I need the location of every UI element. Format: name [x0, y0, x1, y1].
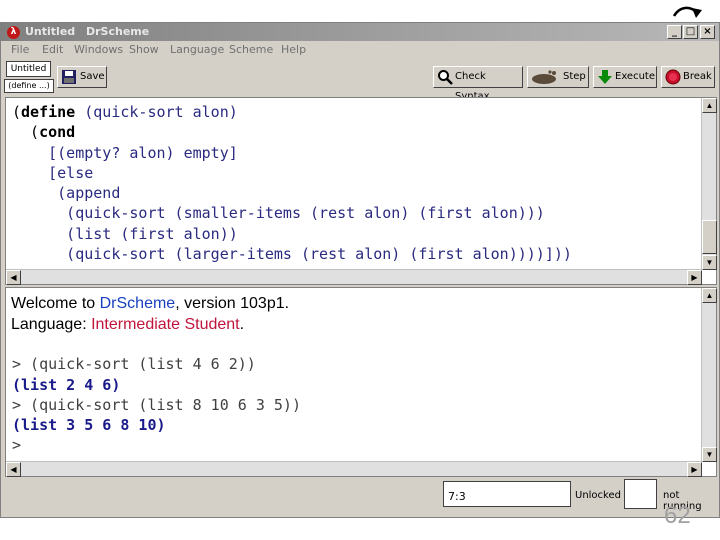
menu-windows[interactable]: Windows	[74, 43, 123, 56]
interactions-window[interactable]: Welcome to DrScheme, version 103p1. Lang…	[5, 287, 717, 477]
code-line: (quick-sort (larger-items (rest alon) (f…	[12, 245, 572, 264]
scroll-down-arrow[interactable]: ▼	[702, 447, 717, 462]
code-line: [(empty? alon) empty]	[12, 143, 238, 162]
version-text: , version 103p1.	[175, 295, 290, 312]
repl-input-line: > (quick-sort (list 4 6 2))	[12, 355, 256, 374]
check-syntax-button[interactable]: Check Syntax	[433, 66, 523, 102]
save-label: Save	[80, 71, 105, 82]
status-bar: 7:3 Unlocked not running	[1, 479, 719, 517]
break-label: Break	[683, 71, 712, 82]
step-button[interactable]: Step	[527, 66, 589, 88]
repl-output-line: (list 3 5 6 8 10)	[12, 416, 166, 435]
menu-bar: File Edit Windows Show Language Scheme H…	[1, 42, 719, 58]
app-name: DrScheme	[86, 25, 150, 38]
scroll-right-arrow[interactable]: ▶	[687, 270, 702, 285]
window-title: Untitled	[25, 25, 76, 38]
maximize-button[interactable]: □	[683, 25, 698, 39]
stop-icon	[665, 69, 681, 85]
cursor-position: 7:3	[443, 481, 571, 507]
down-arrow-icon	[598, 70, 612, 84]
menu-show[interactable]: Show	[129, 43, 159, 56]
welcome-banner: Welcome to DrScheme, version 103p1. Lang…	[11, 293, 289, 335]
definitions-code: (define (quick-sort alon) (cond [(empty?…	[12, 102, 572, 264]
scroll-left-arrow[interactable]: ◀	[6, 462, 21, 477]
code-line: (list (first alon))	[12, 224, 238, 243]
scroll-thumb[interactable]	[702, 220, 717, 254]
drscheme-window: λ Untitled DrScheme _ □ × File Edit Wind…	[0, 22, 720, 518]
define-menu[interactable]: (define ...)	[4, 79, 54, 93]
running-indicator	[624, 479, 657, 509]
scroll-left-arrow[interactable]: ◀	[6, 270, 21, 285]
menu-scheme[interactable]: Scheme	[229, 43, 273, 56]
definitions-horizontal-scrollbar[interactable]: ◀ ▶	[6, 269, 702, 285]
welcome-text: Welcome to	[11, 295, 100, 312]
save-button[interactable]: Save	[57, 66, 107, 88]
language-name: Intermediate Student	[91, 316, 240, 333]
language-label: Language:	[11, 316, 92, 333]
code-line: [else	[12, 163, 94, 182]
code-line: (append	[12, 184, 121, 203]
close-button[interactable]: ×	[700, 25, 715, 39]
lambda-icon: λ	[7, 26, 20, 39]
repl-input-line: > (quick-sort (list 8 10 6 3 5))	[12, 395, 301, 414]
scroll-right-arrow[interactable]: ▶	[687, 462, 702, 477]
code-line: (quick-sort (smaller-items (rest alon) (…	[12, 204, 545, 223]
language-period: .	[239, 316, 245, 333]
lock-status[interactable]: Unlocked	[575, 490, 621, 501]
curved-arrow-icon	[672, 6, 702, 18]
interactions-vertical-scrollbar[interactable]: ▲ ▼	[701, 288, 717, 462]
scroll-up-arrow[interactable]: ▲	[702, 98, 717, 113]
magnifier-icon	[438, 70, 453, 85]
menu-file[interactable]: File	[11, 43, 29, 56]
execute-button[interactable]: Execute	[593, 66, 657, 88]
save-icon	[62, 70, 76, 84]
definitions-editor[interactable]: (define (quick-sort alon) (cond [(empty?…	[5, 97, 717, 285]
repl-output-line: (list 2 4 6)	[12, 375, 121, 394]
repl-prompt[interactable]: >	[12, 435, 301, 455]
scroll-up-arrow[interactable]: ▲	[702, 288, 717, 303]
minimize-button[interactable]: _	[667, 25, 682, 39]
code-line: (define (quick-sort alon)	[12, 103, 238, 121]
menu-edit[interactable]: Edit	[42, 43, 63, 56]
scroll-down-arrow[interactable]: ▼	[702, 255, 717, 270]
drscheme-link[interactable]: DrScheme	[100, 295, 176, 312]
toolbar: Untitled (define ...) Save Check Syntax	[1, 59, 719, 102]
footprint-icon	[532, 70, 556, 84]
code-line: (cond	[12, 123, 76, 142]
execute-label: Execute	[615, 71, 655, 82]
slide-page-number: 62	[664, 502, 691, 529]
menu-language[interactable]: Language	[170, 43, 224, 56]
definitions-vertical-scrollbar[interactable]: ▲ ▼	[701, 98, 717, 270]
interactions-horizontal-scrollbar[interactable]: ◀ ▶	[6, 461, 702, 477]
menu-help[interactable]: Help	[281, 43, 306, 56]
file-name-menu[interactable]: Untitled	[6, 61, 51, 77]
step-label: Step	[563, 71, 586, 82]
break-button[interactable]: Break	[661, 66, 715, 88]
title-bar[interactable]: λ Untitled DrScheme _ □ ×	[1, 23, 719, 41]
